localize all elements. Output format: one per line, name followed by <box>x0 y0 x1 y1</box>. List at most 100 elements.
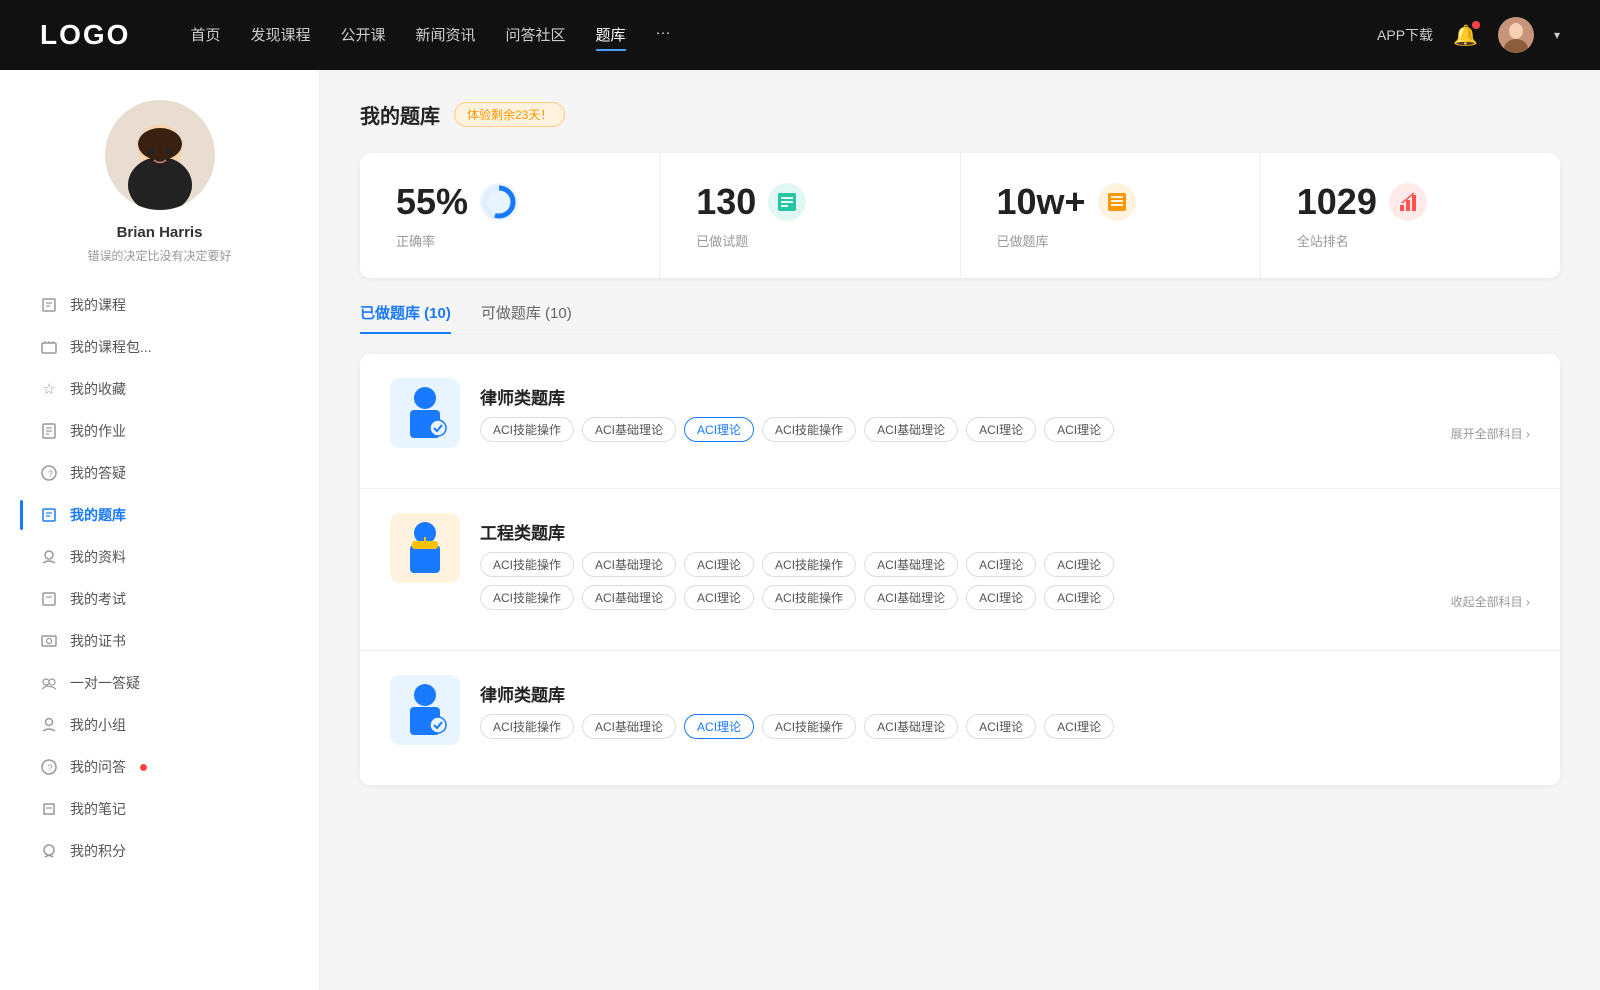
lawyer-icon-2 <box>400 683 450 738</box>
stat-correct-rate: 55% 正确率 <box>360 153 660 278</box>
stat-label: 正确率 <box>396 231 435 250</box>
lawyer-icon <box>400 386 450 441</box>
tag[interactable]: ACI技能操作 <box>762 585 856 610</box>
svg-text:?: ? <box>48 469 53 479</box>
chart-icon <box>1397 191 1419 213</box>
sidebar-item-label: 我的证书 <box>70 631 126 651</box>
svg-text:?: ? <box>48 763 53 773</box>
tag[interactable]: ACI基础理论 <box>864 417 958 442</box>
star-icon: ☆ <box>40 380 58 398</box>
tag[interactable]: ACI理论 <box>1044 714 1114 739</box>
sidebar-item-course-package[interactable]: 我的课程包... <box>20 326 299 368</box>
sidebar-item-points[interactable]: 我的积分 <box>20 830 299 872</box>
tag[interactable]: ACI基础理论 <box>582 417 676 442</box>
tag[interactable]: ACI技能操作 <box>480 552 574 577</box>
navbar: LOGO 首页 发现课程 公开课 新闻资讯 问答社区 题库 ··· APP下载 … <box>0 0 1600 70</box>
page-layout: Brian Harris 错误的决定比没有决定要好 我的课程 我的课程包... … <box>0 70 1600 990</box>
stat-value: 10w+ <box>997 181 1086 223</box>
sidebar-item-my-course[interactable]: 我的课程 <box>20 284 299 326</box>
questions-icon: ? <box>40 758 58 776</box>
tag[interactable]: ACI理论 <box>1044 585 1114 610</box>
sidebar-item-label: 我的收藏 <box>70 379 126 399</box>
tag[interactable]: ACI理论 <box>684 585 754 610</box>
collapse-link[interactable]: 收起全部科目 › <box>1451 593 1530 610</box>
sidebar-item-notes[interactable]: 我的笔记 <box>20 788 299 830</box>
tag[interactable]: ACI理论 <box>966 714 1036 739</box>
notification-dot <box>1472 21 1480 29</box>
nav-item-more[interactable]: ··· <box>656 20 671 51</box>
expand-link[interactable]: 展开全部科目 › <box>1451 425 1530 442</box>
list-icon <box>776 191 798 213</box>
tag[interactable]: ACI技能操作 <box>480 585 574 610</box>
tag[interactable]: ACI理论 <box>684 552 754 577</box>
sidebar-item-question-bank[interactable]: 我的题库 <box>20 494 299 536</box>
course-package-icon <box>40 338 58 356</box>
nav-item-questionbank[interactable]: 题库 <box>596 20 626 51</box>
tag[interactable]: ACI基础理论 <box>864 552 958 577</box>
stat-questions-done: 130 已做试题 <box>660 153 960 278</box>
sidebar-item-label: 我的笔记 <box>70 799 126 819</box>
tags-row-1: ACI技能操作 ACI基础理论 ACI理论 ACI技能操作 ACI基础理论 AC… <box>480 552 1530 577</box>
tag[interactable]: ACI基础理论 <box>582 585 676 610</box>
tag[interactable]: ACI理论 <box>966 417 1036 442</box>
course-icon <box>40 296 58 314</box>
tag[interactable]: ACI技能操作 <box>480 417 574 442</box>
avatar-illustration <box>105 100 215 210</box>
engineer-icon <box>400 521 450 576</box>
tag[interactable]: ACI技能操作 <box>762 714 856 739</box>
user-motto: 错误的决定比没有决定要好 <box>87 247 231 264</box>
qbank-lawyer-icon-wrap-2 <box>390 675 460 745</box>
avatar-dropdown-arrow[interactable]: ▾ <box>1554 28 1560 42</box>
sidebar-item-label: 我的问答 <box>70 757 126 777</box>
qbank-title: 律师类题库 <box>480 681 1530 706</box>
tabs: 已做题库 (10) 可做题库 (10) <box>360 302 1560 334</box>
sidebar-item-materials[interactable]: 我的资料 <box>20 536 299 578</box>
correct-rate-icon <box>480 183 518 221</box>
tab-done[interactable]: 已做题库 (10) <box>360 302 451 333</box>
sidebar-item-one-on-one[interactable]: 一对一答疑 <box>20 662 299 704</box>
tag[interactable]: ACI技能操作 <box>480 714 574 739</box>
nav-item-home[interactable]: 首页 <box>190 20 220 51</box>
tag[interactable]: ACI基础理论 <box>582 552 676 577</box>
tags-row: ACI技能操作 ACI基础理论 ACI理论 ACI技能操作 ACI基础理论 AC… <box>480 417 1530 442</box>
tag[interactable]: ACI基础理论 <box>864 714 958 739</box>
rank-icon <box>1389 183 1427 221</box>
tag[interactable]: ACI基础理论 <box>582 714 676 739</box>
sidebar-item-certificate[interactable]: 我的证书 <box>20 620 299 662</box>
sidebar-item-exam[interactable]: 我的考试 <box>20 578 299 620</box>
sidebar-item-label: 我的课程 <box>70 295 126 315</box>
nav-item-open-course[interactable]: 公开课 <box>340 20 385 51</box>
qbank-item-lawyer-1: 律师类题库 ACI技能操作 ACI基础理论 ACI理论 ACI技能操作 ACI基… <box>360 354 1560 489</box>
nav-item-courses[interactable]: 发现课程 <box>250 20 310 51</box>
stat-label: 已做试题 <box>696 231 748 250</box>
app-download-button[interactable]: APP下载 <box>1377 25 1433 45</box>
tag[interactable]: ACI理论 <box>966 552 1036 577</box>
tag-active[interactable]: ACI理论 <box>684 714 754 739</box>
sidebar-item-label: 我的题库 <box>70 505 126 525</box>
stat-label: 已做题库 <box>997 231 1049 250</box>
stat-value: 1029 <box>1297 181 1377 223</box>
sidebar-item-my-questions[interactable]: ? 我的问答 <box>20 746 299 788</box>
nav-item-news[interactable]: 新闻资讯 <box>416 20 476 51</box>
tag[interactable]: ACI理论 <box>966 585 1036 610</box>
tag[interactable]: ACI技能操作 <box>762 417 856 442</box>
avatar[interactable] <box>1498 17 1534 53</box>
tab-available[interactable]: 可做题库 (10) <box>481 302 572 333</box>
tag[interactable]: ACI技能操作 <box>762 552 856 577</box>
sidebar-item-my-qa[interactable]: ? 我的答疑 <box>20 452 299 494</box>
page-title: 我的题库 <box>360 100 440 129</box>
qbank-item-lawyer-2: 律师类题库 ACI技能操作 ACI基础理论 ACI理论 ACI技能操作 ACI基… <box>360 651 1560 785</box>
nav-item-qa[interactable]: 问答社区 <box>506 20 566 51</box>
questions-dot <box>140 764 147 771</box>
navbar-right: APP下载 🔔 ▾ <box>1377 17 1560 53</box>
sidebar-item-label: 一对一答疑 <box>70 673 140 693</box>
sidebar-item-favorites[interactable]: ☆ 我的收藏 <box>20 368 299 410</box>
notes-icon <box>40 800 58 818</box>
tag[interactable]: ACI基础理论 <box>864 585 958 610</box>
sidebar-item-group[interactable]: 我的小组 <box>20 704 299 746</box>
sidebar-item-homework[interactable]: 我的作业 <box>20 410 299 452</box>
notification-bell[interactable]: 🔔 <box>1453 23 1478 48</box>
tag-active[interactable]: ACI理论 <box>684 417 754 442</box>
tag[interactable]: ACI理论 <box>1044 552 1114 577</box>
tag[interactable]: ACI理论 <box>1044 417 1114 442</box>
